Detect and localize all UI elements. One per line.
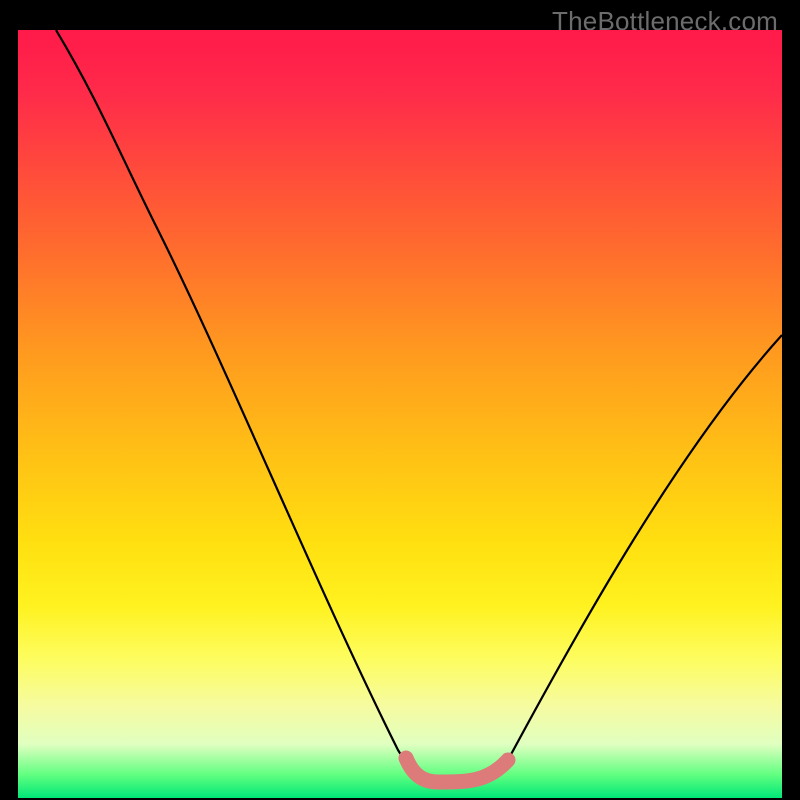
chart-background-gradient [18,30,782,798]
chart-area [18,30,782,798]
